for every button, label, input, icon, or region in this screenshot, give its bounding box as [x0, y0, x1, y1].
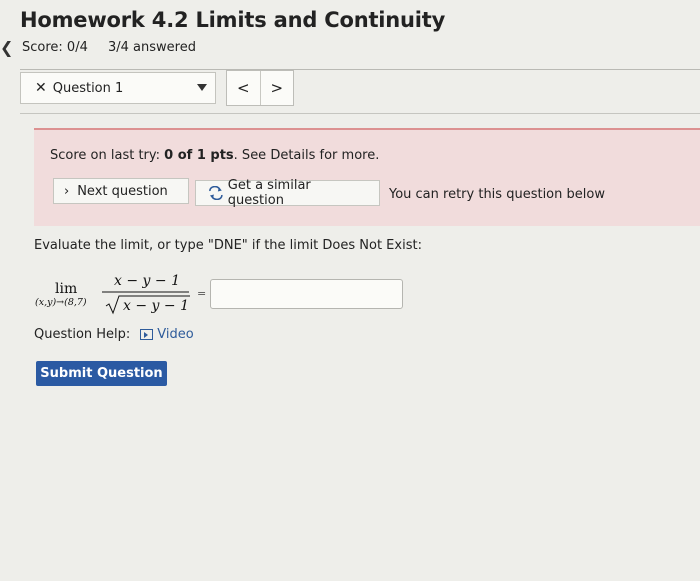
header-divider: [20, 69, 700, 70]
question-select[interactable]: ✕ Question 1: [20, 72, 216, 104]
nav-divider: [20, 113, 700, 114]
next-question-arrow-button[interactable]: >: [259, 71, 294, 105]
dropdown-caret-icon: [197, 84, 207, 91]
score-alert: Score on last try: 0 of 1 pts. See Detai…: [34, 128, 700, 226]
similar-question-button[interactable]: Get a similar question: [195, 178, 380, 208]
lim-subscript: (x,y)→(8,7): [35, 297, 87, 308]
chevron-right-icon: ›: [64, 183, 70, 199]
next-question-button[interactable]: › Next question: [53, 178, 189, 204]
question-pager: < >: [226, 70, 294, 106]
question-prompt: Evaluate the limit, or type "DNE" if the…: [34, 238, 422, 253]
fraction-numerator: x − y − 1: [114, 273, 180, 289]
lim-word: lim: [55, 281, 77, 297]
answered-count: 3/4 answered: [108, 40, 196, 55]
submit-question-button[interactable]: Submit Question: [36, 361, 167, 386]
page-title: Homework 4.2 Limits and Continuity: [20, 8, 446, 32]
equals-sign: =: [197, 287, 206, 300]
help-label: Question Help:: [34, 327, 131, 342]
limit-expression: lim (x,y)→(8,7) x − y − 1 x − y − 1 =: [35, 273, 206, 315]
last-try-score: 0 of 1 pts: [164, 148, 234, 163]
answer-input[interactable]: [210, 279, 403, 309]
score-message: Score on last try: 0 of 1 pts. See Detai…: [50, 148, 380, 163]
incorrect-x-icon: ✕: [35, 80, 47, 96]
score-summary: Score: 0/4 3/4 answered: [22, 40, 196, 55]
play-box-icon: [140, 329, 154, 340]
refresh-icon: [209, 186, 223, 200]
fraction-denominator: x − y − 1: [123, 298, 189, 314]
video-link[interactable]: Video: [140, 327, 194, 342]
selected-question-label: Question 1: [52, 80, 124, 96]
score-text: Score: 0/4: [22, 40, 88, 55]
question-help: Question Help: Video: [34, 327, 194, 342]
retry-note: You can retry this question below: [389, 187, 605, 202]
previous-question-button[interactable]: <: [227, 71, 260, 105]
back-chevron-icon[interactable]: ❮: [0, 38, 13, 57]
